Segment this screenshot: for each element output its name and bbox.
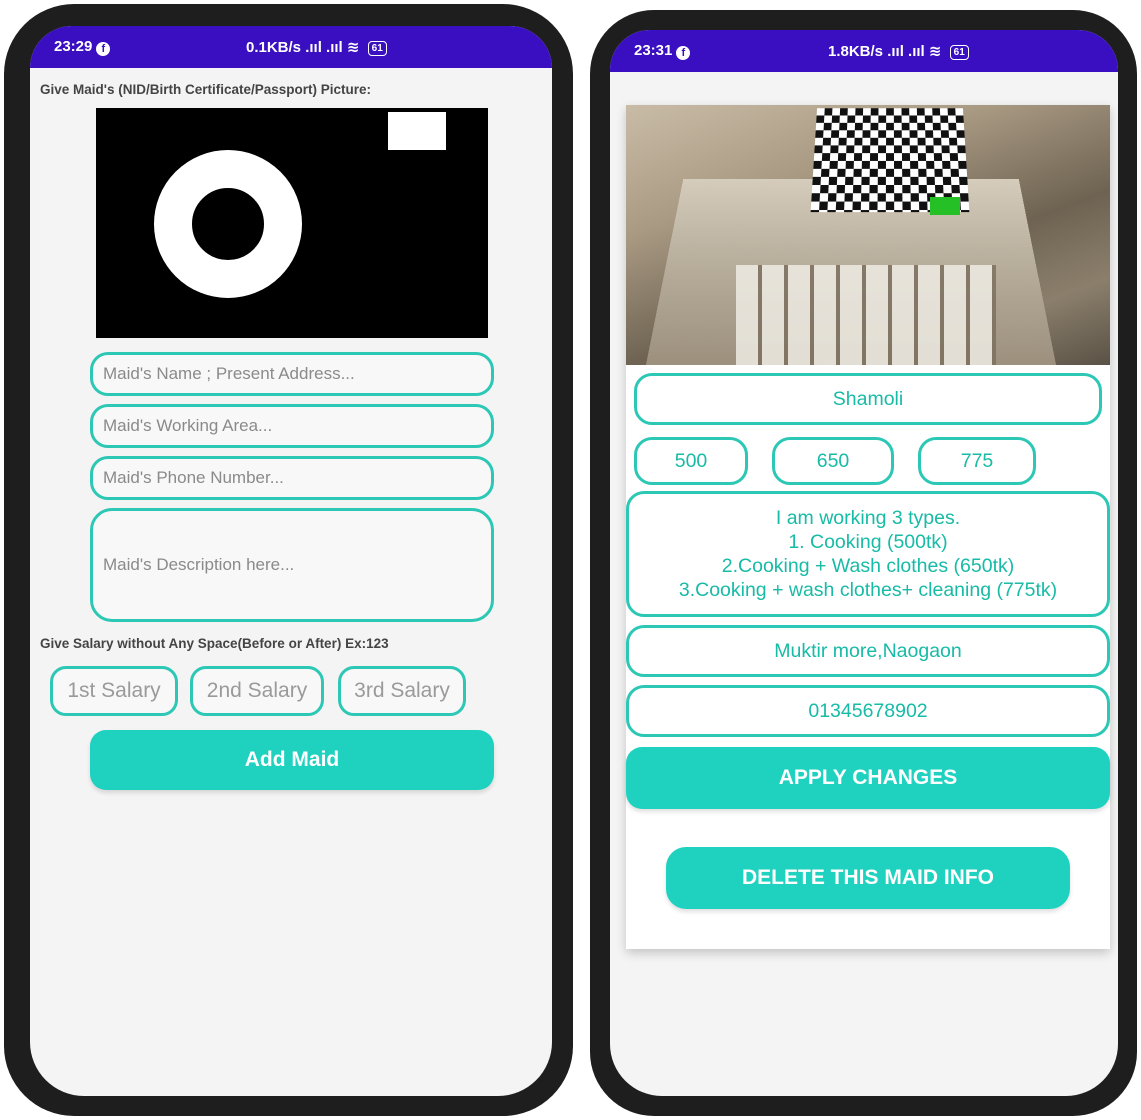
description-placeholder: Maid's Description here... bbox=[103, 555, 295, 574]
first-salary-placeholder: 1st Salary bbox=[67, 679, 161, 702]
working-area-placeholder: Maid's Working Area... bbox=[103, 416, 273, 435]
area-field[interactable]: Shamoli bbox=[634, 373, 1102, 425]
third-salary-input[interactable]: 3rd Salary bbox=[338, 666, 466, 716]
facebook-icon: f bbox=[676, 46, 691, 60]
network-speed: 0.1KB/s bbox=[246, 39, 302, 56]
left-phone-frame: 23:29 f 0.1KB/s .ııl .ııl ≋ 61 Give Maid'… bbox=[4, 4, 573, 1116]
add-maid-screen: 23:29 f 0.1KB/s .ııl .ııl ≋ 61 Give Maid'… bbox=[30, 26, 552, 1096]
description-field[interactable]: I am working 3 types. 1. Cooking (500tk)… bbox=[626, 491, 1110, 617]
working-area-input[interactable]: Maid's Working Area... bbox=[90, 404, 494, 448]
name-address-input[interactable]: Maid's Name ; Present Address... bbox=[90, 352, 494, 396]
edit-maid-screen: 23:31 f 1.8KB/s .ııl .ııl ≋ 61 Shamoli 50… bbox=[610, 30, 1118, 1096]
status-time: 23:29 bbox=[54, 38, 93, 55]
status-time: 23:31 bbox=[634, 42, 673, 59]
phone-number-input[interactable]: Maid's Phone Number... bbox=[90, 456, 494, 500]
third-salary-field[interactable]: 775 bbox=[918, 437, 1036, 485]
network-speed: 1.8KB/s bbox=[828, 43, 884, 60]
maid-document-photo[interactable] bbox=[626, 105, 1110, 365]
apply-changes-button[interactable]: APPLY CHANGES bbox=[626, 747, 1110, 809]
third-salary-placeholder: 3rd Salary bbox=[354, 679, 450, 702]
maid-info-card: Shamoli 500 650 775 I am working 3 types… bbox=[626, 105, 1110, 949]
status-bar: 23:29 f 0.1KB/s .ııl .ııl ≋ 61 bbox=[30, 26, 552, 68]
photo-green-marker bbox=[930, 197, 960, 215]
name-address-placeholder: Maid's Name ; Present Address... bbox=[103, 364, 355, 383]
phone-field[interactable]: 01345678902 bbox=[626, 685, 1110, 737]
add-maid-button[interactable]: Add Maid bbox=[90, 730, 494, 790]
first-salary-input[interactable]: 1st Salary bbox=[50, 666, 178, 716]
description-line: I am working 3 types. bbox=[775, 507, 961, 529]
address-field[interactable]: Muktir more,Naogaon bbox=[626, 625, 1110, 677]
first-salary-field[interactable]: 500 bbox=[634, 437, 748, 485]
second-salary-field[interactable]: 650 bbox=[772, 437, 894, 485]
salary-prompt-label: Give Salary without Any Space(Before or … bbox=[40, 636, 389, 651]
battery-icon: 61 bbox=[367, 41, 387, 56]
right-phone-frame: 23:31 f 1.8KB/s .ııl .ııl ≋ 61 Shamoli 50… bbox=[590, 10, 1137, 1116]
description-line: 1. Cooking (500tk) bbox=[788, 531, 948, 553]
phone-number-placeholder: Maid's Phone Number... bbox=[103, 468, 284, 487]
delete-maid-button[interactable]: DELETE THIS MAID INFO bbox=[666, 847, 1070, 909]
picture-prompt-label: Give Maid's (NID/Birth Certificate/Passp… bbox=[40, 82, 372, 97]
wifi-icon: ≋ bbox=[928, 43, 942, 60]
photo-shelf bbox=[736, 265, 996, 365]
signal-icon: .ııl .ııl bbox=[305, 39, 343, 56]
second-salary-input[interactable]: 2nd Salary bbox=[190, 666, 324, 716]
description-line: 2.Cooking + Wash clothes (650tk) bbox=[721, 555, 1015, 577]
signal-icon: .ııl .ııl bbox=[887, 43, 925, 60]
second-salary-placeholder: 2nd Salary bbox=[206, 679, 308, 702]
battery-icon: 61 bbox=[949, 45, 969, 60]
description-input[interactable]: Maid's Description here... bbox=[90, 508, 494, 622]
description-line: 3.Cooking + wash clothes+ cleaning (775t… bbox=[678, 579, 1058, 601]
camera-lens bbox=[154, 150, 302, 298]
camera-flash bbox=[388, 112, 446, 150]
status-bar: 23:31 f 1.8KB/s .ııl .ııl ≋ 61 bbox=[610, 30, 1118, 72]
camera-icon[interactable] bbox=[96, 108, 488, 338]
facebook-icon: f bbox=[96, 42, 111, 56]
wifi-icon: ≋ bbox=[346, 39, 360, 56]
